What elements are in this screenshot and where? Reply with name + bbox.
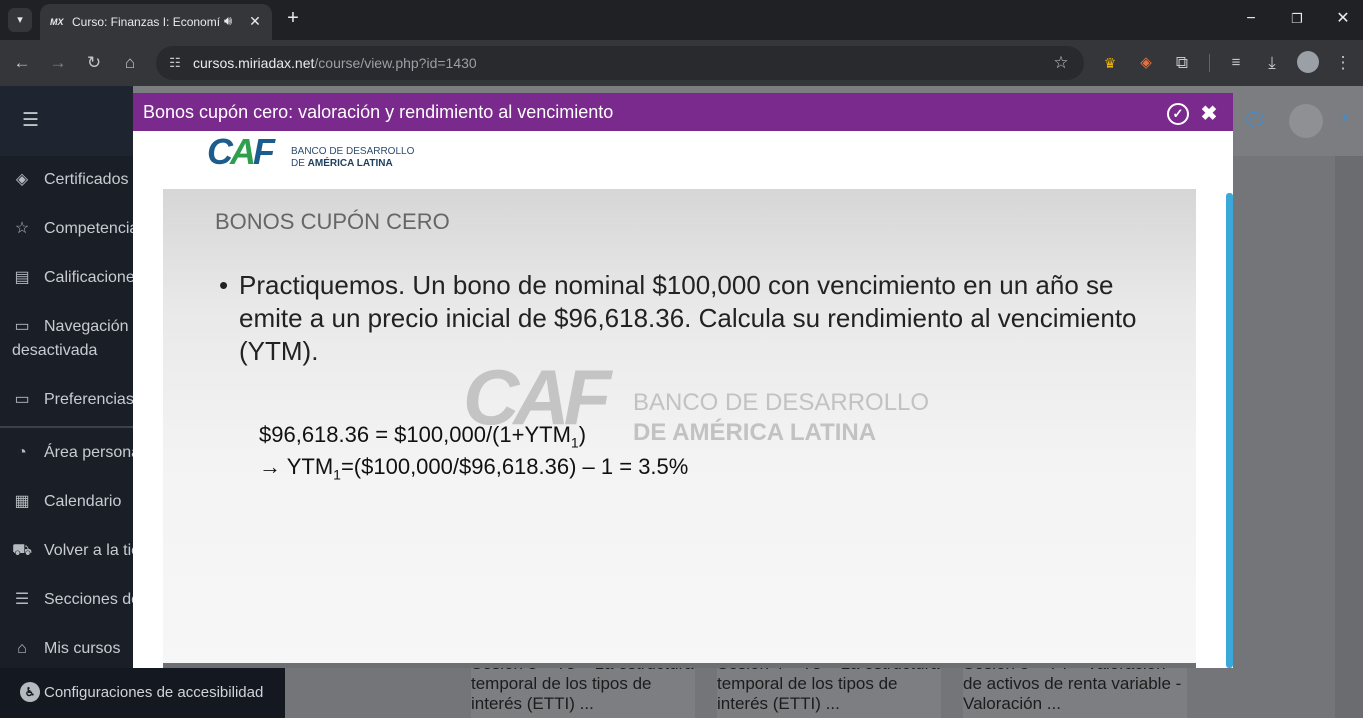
formula-line-1: $96,618.36 = $100,000/(1+YTM1): [259, 422, 587, 451]
graduation-icon: ⌂: [17, 640, 27, 657]
minimize-icon[interactable]: −: [1240, 8, 1262, 30]
sidebar-item-label: desactivada: [12, 342, 98, 359]
sidebar-divider: [0, 426, 133, 428]
browser-toolbar: ← → ↻ ⌂ ☷ cursos.miriadax.net/course/vie…: [0, 40, 1363, 86]
sidebar-item-label: Navegación: [44, 318, 129, 335]
sidebar-item-competencias[interactable]: ☆ Competencias: [0, 215, 133, 245]
card-text: Sesión 4 – T3 – La estructura temporal d…: [717, 660, 940, 713]
browser-tabbar: ▾ MX Curso: Finanzas I: Economía 🔊︎ ✕ + …: [0, 0, 1363, 40]
forward-icon[interactable]: →: [46, 51, 70, 75]
modal-scrollbar[interactable]: [1226, 193, 1233, 668]
window-close-icon[interactable]: ✕: [1332, 8, 1354, 30]
lecture-slide[interactable]: CAF BANCO DE DESARROLLO DE AMÉRICA LATIN…: [163, 189, 1196, 668]
download-icon[interactable]: ⤓: [1260, 51, 1284, 75]
home-icon[interactable]: ⌂: [118, 51, 142, 75]
address-bar[interactable]: ☷ cursos.miriadax.net/course/view.php?id…: [156, 46, 1084, 80]
accessibility-settings-button[interactable]: ♿︎ Configuraciones de accesibilidad: [0, 668, 285, 718]
slide-heading: BONOS CUPÓN CERO: [215, 209, 450, 234]
caf-mark-icon: CAF: [207, 131, 275, 172]
back-icon[interactable]: ←: [10, 51, 34, 75]
sidebar-item-calendario[interactable]: ▦ Calendario: [0, 488, 133, 518]
bullet-dot: •: [219, 270, 229, 300]
watermark-text: BANCO DE DESARROLLO: [633, 389, 930, 416]
cart-icon: ⛟: [12, 542, 33, 559]
card-text: Sesión 5 – T4 – Valoración de activos de…: [963, 660, 1182, 713]
video-modal: Bonos cupón cero: valoración y rendimien…: [133, 93, 1233, 668]
right-gutter: [1335, 156, 1363, 718]
speaker-icon[interactable]: 🔊︎: [224, 12, 242, 30]
folder-icon: ▭: [14, 318, 30, 335]
sidebar-item-label: Certificados: [44, 171, 129, 188]
sidebar-item-preferencias[interactable]: ▭ Preferencias: [0, 386, 133, 416]
toolbar-separator: [1209, 54, 1210, 72]
hamburger-menu-icon[interactable]: ☰: [22, 110, 44, 132]
tab-title: Curso: Finanzas I: Economía: [72, 15, 220, 29]
tab-search-button[interactable]: ▾: [8, 8, 32, 32]
sidebar-item-certificados[interactable]: ◈ Certificados: [0, 166, 133, 196]
sidebar-item-area-personal[interactable]: ◔ Área personal: [0, 439, 133, 469]
accessibility-icon: ♿︎: [20, 682, 40, 702]
check-circle-icon[interactable]: ✓: [1167, 103, 1189, 125]
url-text[interactable]: cursos.miriadax.net/course/view.php?id=1…: [193, 54, 477, 72]
media-control-icon[interactable]: ≡: [1224, 51, 1248, 75]
layers-icon: ◈: [15, 171, 29, 188]
menu-kebab-icon[interactable]: ⋮: [1331, 51, 1355, 75]
bullet-text: Practiquemos. Un bono de nominal $100,00…: [239, 270, 1137, 366]
video-controls-strip: [163, 663, 1196, 668]
sidebar-item-secciones[interactable]: ☰ Secciones del curso: [0, 586, 133, 616]
sidebar-topband: [0, 86, 133, 156]
calendar-icon: ▦: [14, 493, 30, 510]
profile-avatar[interactable]: [1297, 51, 1319, 73]
restore-icon[interactable]: ❐: [1286, 8, 1308, 30]
graduation-extension-icon[interactable]: ◈: [1134, 51, 1158, 75]
sidebar: ☰ ◈ Certificados ☆ Competencias ▤ Califi…: [0, 86, 133, 718]
modal-header: Bonos cupón cero: valoración y rendimien…: [133, 93, 1233, 131]
user-avatar[interactable]: [1289, 104, 1323, 138]
star-icon: ☆: [14, 220, 30, 237]
bookmark-star-icon[interactable]: ☆: [1050, 52, 1072, 74]
new-tab-button[interactable]: +: [282, 8, 304, 30]
sidebar-item-label: Volver a la tienda: [44, 542, 133, 559]
close-icon[interactable]: ✖: [1199, 104, 1219, 124]
course-section-card[interactable]: Sesión 4 – T3 – La estructura temporal d…: [717, 660, 941, 718]
sidebar-item-label: Calendario: [44, 493, 122, 510]
sidebar-item-label: Calificaciones: [44, 269, 133, 286]
messages-icon[interactable]: 💬︎: [1242, 110, 1268, 132]
sidebar-item-label: Preferencias: [44, 391, 133, 408]
browser-tab[interactable]: MX Curso: Finanzas I: Economía 🔊︎ ✕: [40, 4, 272, 40]
sidebar-item-mis-cursos[interactable]: ⌂ Mis cursos: [0, 635, 133, 665]
card-text: Sesión 3 – T3 – La estructura temporal d…: [471, 660, 694, 713]
watermark-text: DE AMÉRICA LATINA: [633, 419, 877, 446]
book-icon: ▤: [14, 269, 30, 286]
tab-close-icon[interactable]: ✕: [246, 12, 264, 30]
folder-icon: ▭: [14, 391, 30, 408]
extensions-icon[interactable]: ⧉: [1170, 51, 1194, 75]
dashboard-icon: ◔: [17, 444, 27, 461]
site-favicon-icon: MX: [50, 17, 64, 27]
sidebar-item-calificaciones[interactable]: ▤ Calificaciones: [0, 264, 133, 294]
reload-icon[interactable]: ↻: [82, 51, 106, 75]
chevron-down-icon[interactable]: ▼: [1340, 114, 1350, 124]
site-info-icon[interactable]: ☷: [164, 52, 186, 74]
sidebar-item-label: Área personal: [44, 444, 133, 461]
sidebar-item-label: Secciones del curso: [44, 591, 133, 608]
sidebar-item-navegacion[interactable]: ▭ Navegación desactivada: [0, 313, 133, 367]
sidebar-item-label: Competencias: [44, 220, 133, 237]
formula-line-2: → YTM1=($100,000/$96,618.36) – 1 = 3.5%: [259, 454, 689, 483]
sidebar-item-label: Mis cursos: [44, 640, 121, 657]
caf-logo: CAF BANCO DE DESARROLLO DE AMÉRICA LATINA: [207, 133, 427, 171]
accessibility-label: Configuraciones de accesibilidad: [44, 684, 264, 701]
crown-extension-icon[interactable]: ♛: [1098, 51, 1122, 75]
list-icon: ☰: [14, 591, 30, 608]
sidebar-item-volver-tienda[interactable]: ⛟ Volver a la tienda: [0, 537, 133, 567]
modal-title: Bonos cupón cero: valoración y rendimien…: [143, 102, 614, 122]
caf-logo-text: BANCO DE DESARROLLO DE AMÉRICA LATINA: [291, 146, 415, 169]
course-section-card[interactable]: Sesión 3 – T3 – La estructura temporal d…: [471, 660, 695, 718]
course-section-card[interactable]: Sesión 5 – T4 – Valoración de activos de…: [963, 660, 1187, 718]
